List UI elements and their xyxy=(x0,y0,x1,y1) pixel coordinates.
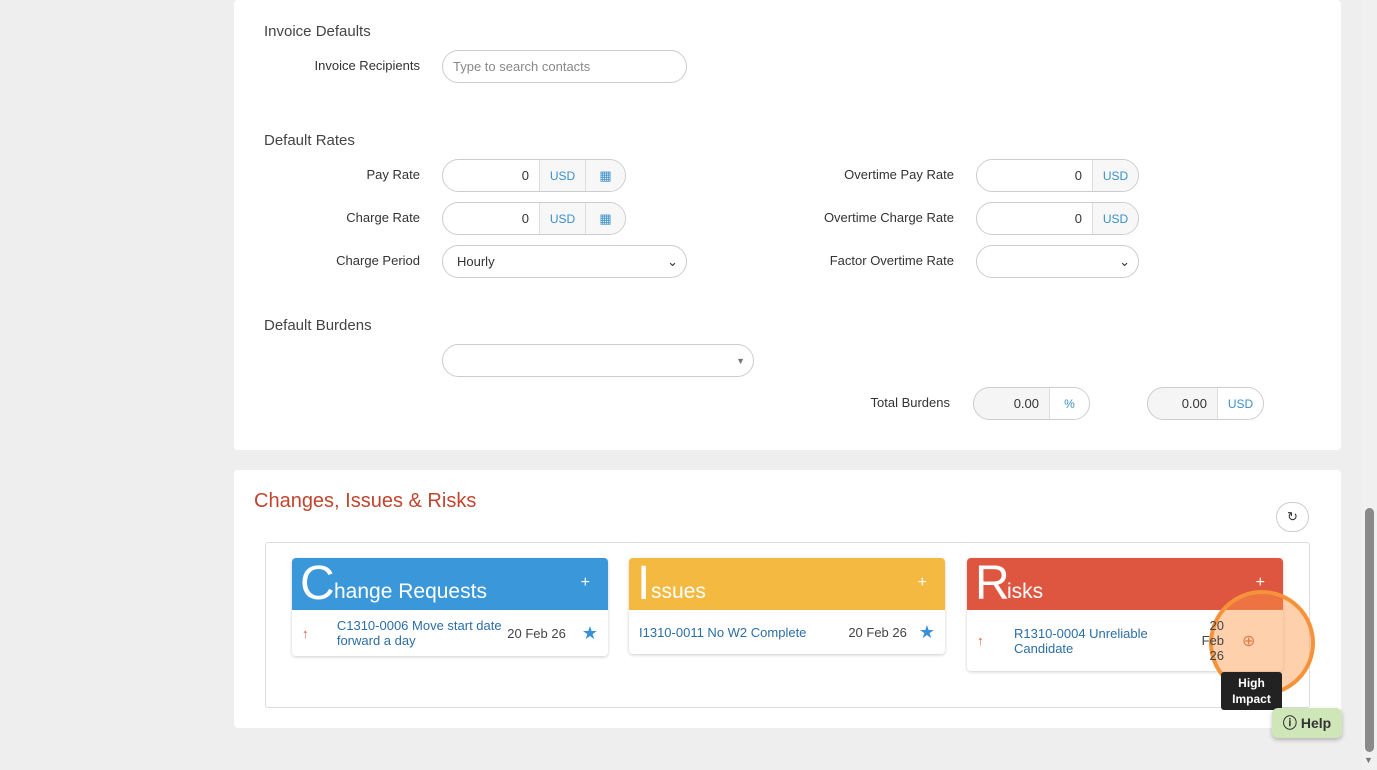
add-change-request-button[interactable]: + xyxy=(581,574,590,592)
currency-addon: USD xyxy=(539,203,585,234)
percent-addon: % xyxy=(1049,388,1089,419)
calculator-icon[interactable]: ▦ xyxy=(585,203,625,234)
ot-pay-label: Overtime Pay Rate xyxy=(844,167,954,182)
invoice-defaults-heading: Invoice Defaults xyxy=(264,23,371,40)
burdens-select[interactable]: ▼ xyxy=(442,344,754,377)
panel-initial: R xyxy=(975,557,1010,610)
refresh-button[interactable]: ↻ xyxy=(1276,502,1309,532)
burden-amount: 0.00 USD xyxy=(1147,387,1264,420)
default-rates-heading: Default Rates xyxy=(264,132,355,149)
rates-card: Invoice Defaults Invoice Recipients Type… xyxy=(234,0,1341,450)
currency-addon: USD xyxy=(539,160,585,191)
chevron-down-icon: ⌄ xyxy=(667,253,678,269)
issues-panel: Issues + I1310-0011 No W2 Complete 20 Feb … xyxy=(629,558,945,654)
placeholder: Type to search contacts xyxy=(453,59,591,74)
help-icon: ⓘ xyxy=(1282,715,1297,731)
risk-link[interactable]: R1310-0004 Unreliable Candidate xyxy=(1014,626,1184,656)
arrow-up-icon: ↑ xyxy=(977,633,984,648)
panel-title: ssues xyxy=(651,580,706,603)
add-risk-button[interactable]: + xyxy=(1256,574,1265,592)
panel-title: isks xyxy=(1007,580,1044,603)
currency-addon: USD xyxy=(1092,203,1138,234)
item-date: 20 Feb 26 xyxy=(507,625,566,641)
pay-rate-value[interactable]: 0 xyxy=(443,168,539,183)
panel-initial: I xyxy=(637,557,651,610)
item-date: 20 Feb 26 xyxy=(1201,618,1224,663)
help-label: Help xyxy=(1300,715,1332,731)
add-issue-button[interactable]: + xyxy=(918,574,927,592)
item-date: 20 Feb 26 xyxy=(848,624,907,640)
scroll-down-icon[interactable]: ▼ xyxy=(1364,755,1373,765)
currency-addon: USD xyxy=(1092,160,1138,191)
cir-heading: Changes, Issues & Risks xyxy=(254,490,477,512)
change-request-link[interactable]: C1310-0006 Move start date forward a day xyxy=(337,618,506,648)
total-burdens-label: Total Burdens xyxy=(870,395,951,410)
panel-title: hange Requests xyxy=(334,580,487,603)
charge-rate-label: Charge Rate xyxy=(346,210,420,225)
percent-value: 0.00 xyxy=(1013,396,1039,411)
ot-pay-value[interactable]: 0 xyxy=(977,168,1092,183)
change-requests-panel: Change Requests + ↑ C1310-0006 Move start … xyxy=(292,558,608,656)
panel-initial: C xyxy=(300,557,335,610)
burden-percent: 0.00% xyxy=(973,387,1090,420)
charge-period-label: Charge Period xyxy=(336,253,420,268)
help-button[interactable]: ⓘ Help xyxy=(1272,708,1342,738)
pay-rate-label: Pay Rate xyxy=(366,167,420,182)
charge-period-value: Hourly xyxy=(457,254,495,269)
ot-pay-input[interactable]: 0 USD xyxy=(976,159,1139,192)
scrollbar-thumb[interactable] xyxy=(1365,508,1374,752)
ot-charge-input[interactable]: 0 USD xyxy=(976,202,1139,235)
factor-ot-label: Factor Overtime Rate xyxy=(829,253,954,268)
chevron-down-icon: ⌄ xyxy=(1119,253,1130,269)
issue-link[interactable]: I1310-0011 No W2 Complete xyxy=(639,625,833,640)
factor-ot-select[interactable]: ⌄ xyxy=(976,245,1139,278)
caret-down-icon: ▼ xyxy=(736,355,745,366)
charge-rate-value[interactable]: 0 xyxy=(443,211,539,226)
invoice-recipients-input[interactable]: Type to search contacts xyxy=(442,50,687,83)
charge-rate-input[interactable]: 0 USD ▦ xyxy=(442,202,626,235)
amount-addon: USD xyxy=(1217,388,1263,419)
star-icon[interactable]: ★ xyxy=(582,623,598,644)
invoice-recipients-label: Invoice Recipients xyxy=(314,58,421,73)
calculator-icon[interactable]: ▦ xyxy=(585,160,625,191)
high-impact-icon[interactable]: ⊕ xyxy=(1242,631,1255,651)
charge-period-select[interactable]: Hourly ⌄ xyxy=(442,245,687,278)
tooltip: High Impact xyxy=(1221,672,1282,710)
star-icon[interactable]: ★ xyxy=(919,622,935,643)
scrollbar[interactable]: ▼ xyxy=(1362,0,1377,770)
refresh-icon: ↻ xyxy=(1287,509,1298,524)
default-burdens-heading: Default Burdens xyxy=(264,317,372,334)
ot-charge-value[interactable]: 0 xyxy=(977,211,1092,226)
pay-rate-input[interactable]: 0 USD ▦ xyxy=(442,159,626,192)
risks-panel: Risks + ↑ R1310-0004 Unreliable Candidate 2… xyxy=(967,558,1283,671)
arrow-up-icon: ↑ xyxy=(302,625,309,641)
amount-value: 0.00 xyxy=(1181,396,1207,411)
ot-charge-label: Overtime Charge Rate xyxy=(823,210,954,225)
